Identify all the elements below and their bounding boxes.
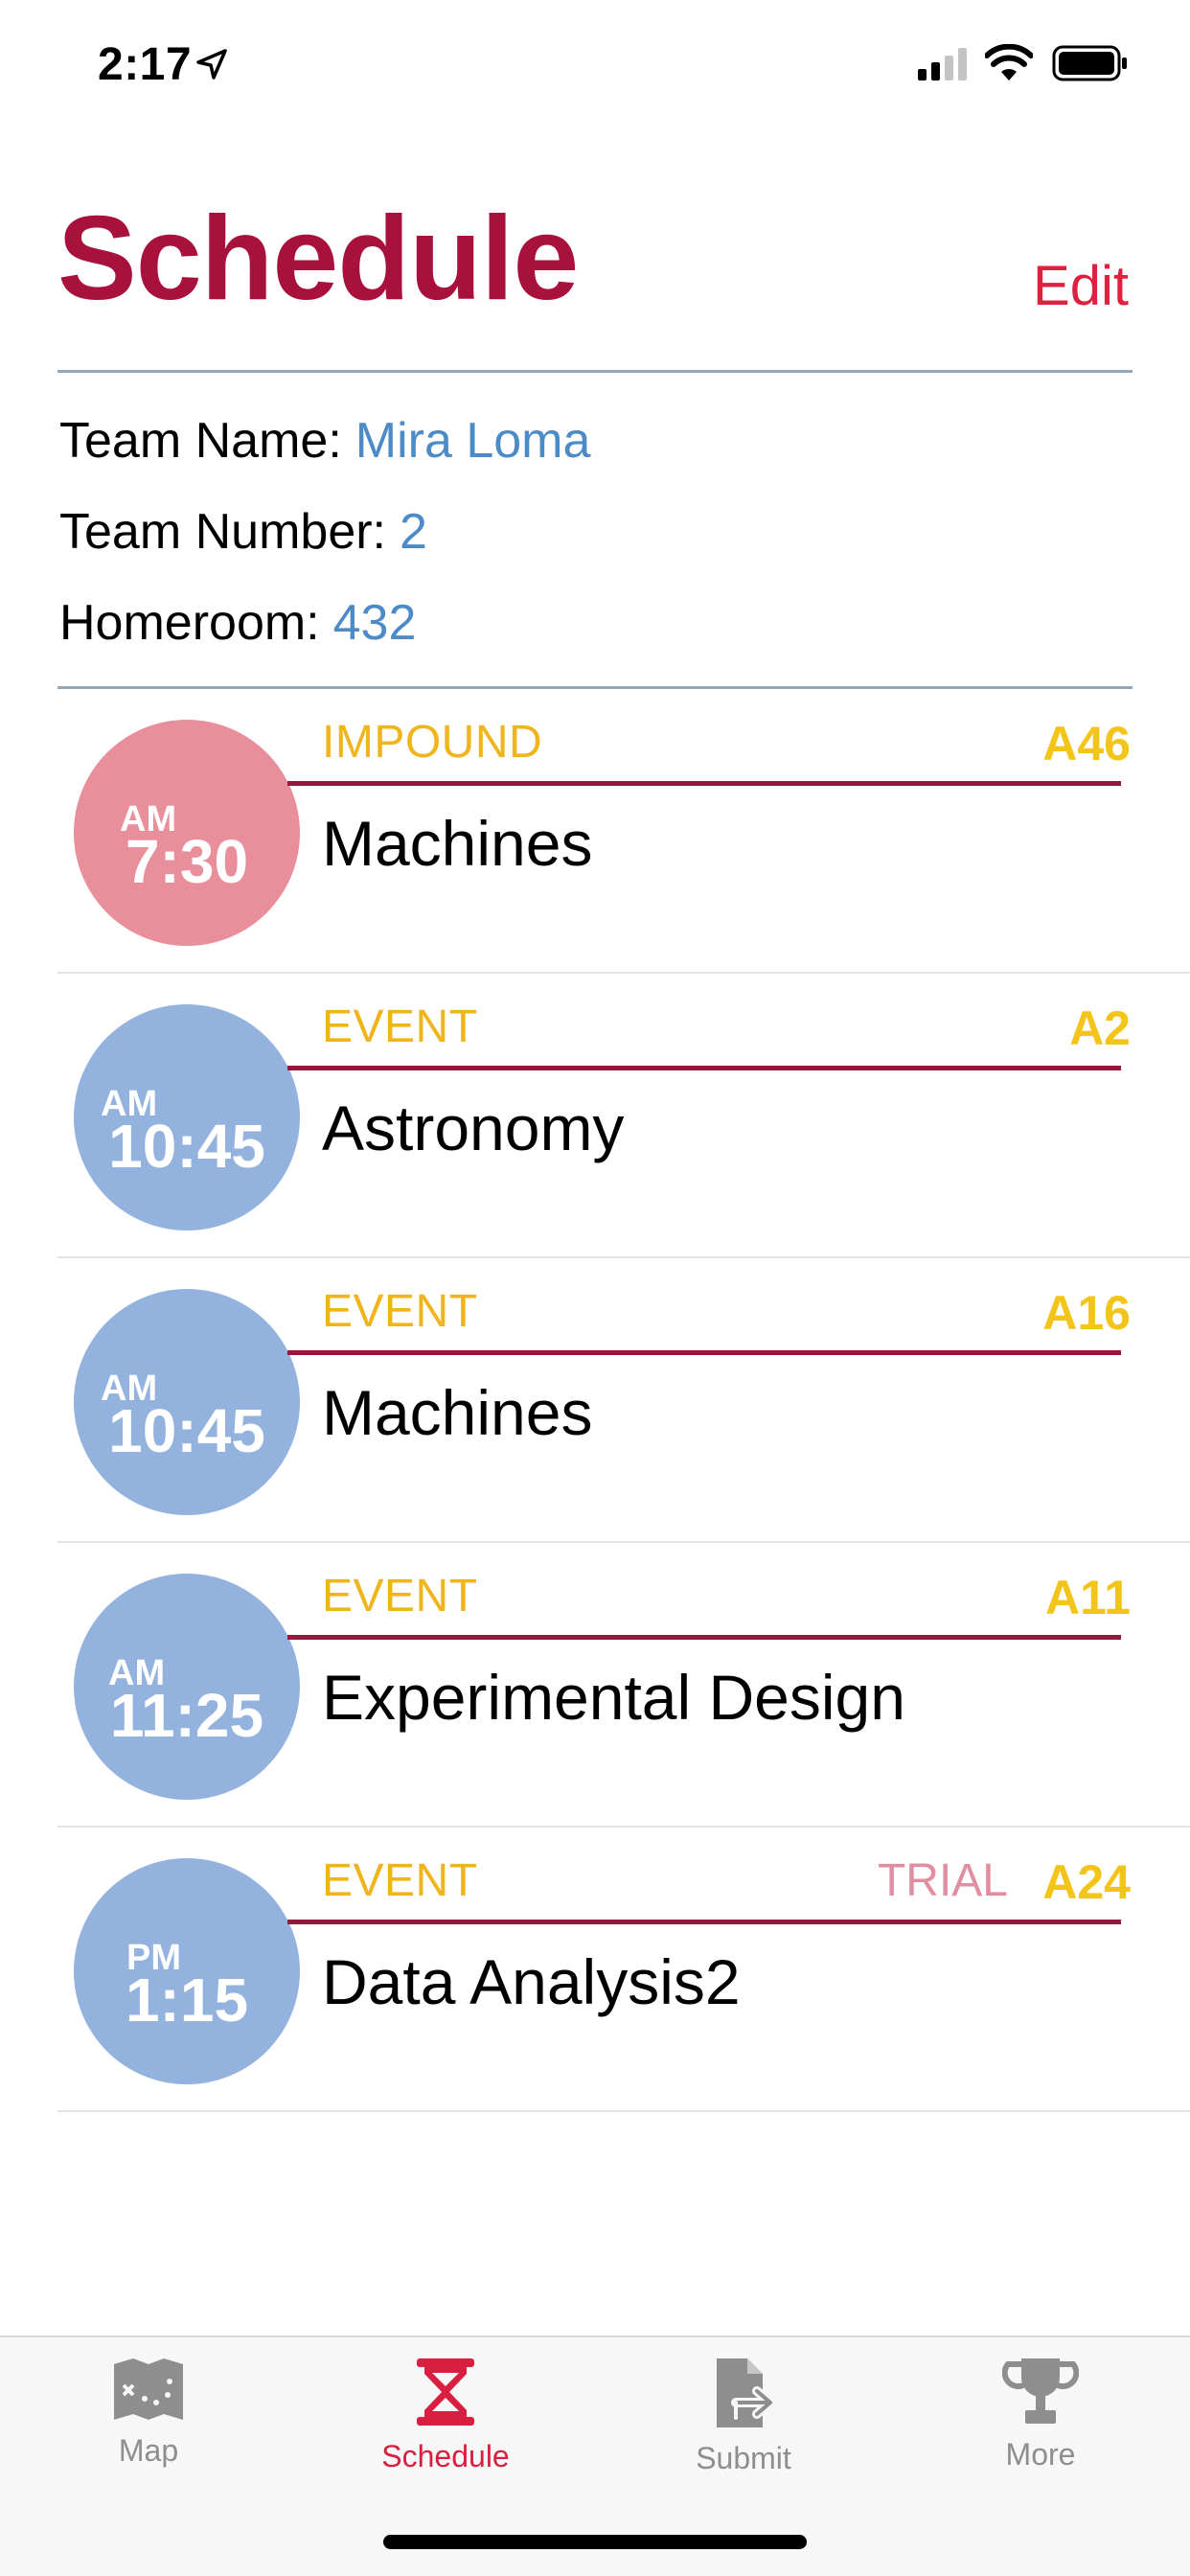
- time-label: 10:45: [108, 1112, 265, 1181]
- home-indicator[interactable]: [383, 2535, 807, 2549]
- team-number-label: Team Number:: [59, 504, 386, 560]
- time-badge: AM 11:25: [74, 1574, 300, 1800]
- time-badge: AM 10:45: [74, 1289, 300, 1515]
- accent-line: [287, 1066, 1121, 1070]
- tab-schedule[interactable]: Schedule: [331, 2357, 561, 2491]
- homeroom-value: 432: [332, 595, 417, 651]
- team-name-label: Team Name:: [59, 413, 342, 469]
- time-badge: AM 7:30: [74, 720, 300, 946]
- schedule-row[interactable]: AM 10:45 EVENT A2 Astronomy: [57, 974, 1190, 1258]
- schedule-row[interactable]: PM 1:15 EVENT TRIAL A24 Data Analysis2: [57, 1828, 1190, 2112]
- event-name: Data Analysis2: [322, 1946, 741, 2017]
- room-label: A46: [1042, 717, 1131, 770]
- schedule-row[interactable]: AM 11:25 EVENT A11 Experimental Design: [57, 1543, 1190, 1828]
- event-name: Experimental Design: [322, 1662, 905, 1733]
- time-label: 1:15: [125, 1966, 249, 2035]
- battery-icon: [1052, 45, 1127, 81]
- accent-line: [287, 1635, 1121, 1640]
- row-separator: [57, 2110, 1190, 2112]
- time-label: 11:25: [109, 1681, 264, 1750]
- schedule-row[interactable]: AM 10:45 EVENT A16 Machines: [57, 1258, 1190, 1543]
- tab-label: Submit: [696, 2441, 791, 2475]
- event-name: Machines: [322, 1377, 593, 1448]
- header-divider: [57, 370, 1133, 373]
- room-label: A2: [1069, 1001, 1131, 1055]
- tab-label: More: [1005, 2437, 1076, 2472]
- tab-submit[interactable]: Submit: [629, 2357, 858, 2491]
- room-label: A24: [1042, 1855, 1131, 1909]
- homeroom-label: Homeroom:: [59, 595, 320, 651]
- tab-label: Map: [118, 2433, 179, 2468]
- team-name-value: Mira Loma: [355, 413, 591, 469]
- accent-line: [287, 781, 1121, 786]
- edit-button[interactable]: Edit: [1033, 259, 1129, 314]
- type-label: EVENT: [322, 1855, 478, 1906]
- type-label: IMPOUND: [322, 717, 543, 768]
- time-badge: PM 1:15: [74, 1858, 300, 2084]
- location-arrow-icon: [196, 49, 227, 80]
- tab-label: Schedule: [381, 2439, 510, 2473]
- submit-document-icon: [717, 2358, 775, 2427]
- cellular-signal-icon: [918, 48, 967, 80]
- time-badge: AM 10:45: [74, 1004, 300, 1230]
- schedule-row[interactable]: AM 7:30 IMPOUND A46 Machines: [57, 689, 1190, 974]
- page-title: Schedule: [57, 193, 579, 325]
- room-label: A11: [1045, 1571, 1131, 1624]
- hourglass-icon: [417, 2358, 474, 2426]
- type-label: EVENT: [322, 1571, 478, 1622]
- accent-line: [287, 1350, 1121, 1355]
- trial-label: TRIAL: [877, 1855, 1008, 1906]
- status-time: 2:17: [98, 39, 193, 90]
- team-name-row: Team Name: Mira Loma: [59, 416, 590, 466]
- trophy-icon: [1002, 2358, 1079, 2424]
- tab-more[interactable]: More: [926, 2357, 1156, 2491]
- map-icon: [114, 2358, 183, 2420]
- team-number-value: 2: [400, 504, 427, 560]
- type-label: EVENT: [322, 1286, 478, 1337]
- status-bar: 2:17: [0, 0, 1190, 126]
- event-name: Machines: [322, 808, 593, 879]
- wifi-icon: [985, 44, 1033, 80]
- event-name: Astronomy: [322, 1092, 625, 1163]
- type-label: EVENT: [322, 1001, 478, 1052]
- room-label: A16: [1042, 1286, 1131, 1340]
- team-number-row: Team Number: 2: [59, 507, 427, 557]
- homeroom-row: Homeroom: 432: [59, 598, 416, 648]
- tab-map[interactable]: Map: [34, 2357, 263, 2491]
- accent-line: [287, 1920, 1121, 1924]
- time-label: 10:45: [108, 1396, 265, 1465]
- time-label: 7:30: [125, 827, 249, 896]
